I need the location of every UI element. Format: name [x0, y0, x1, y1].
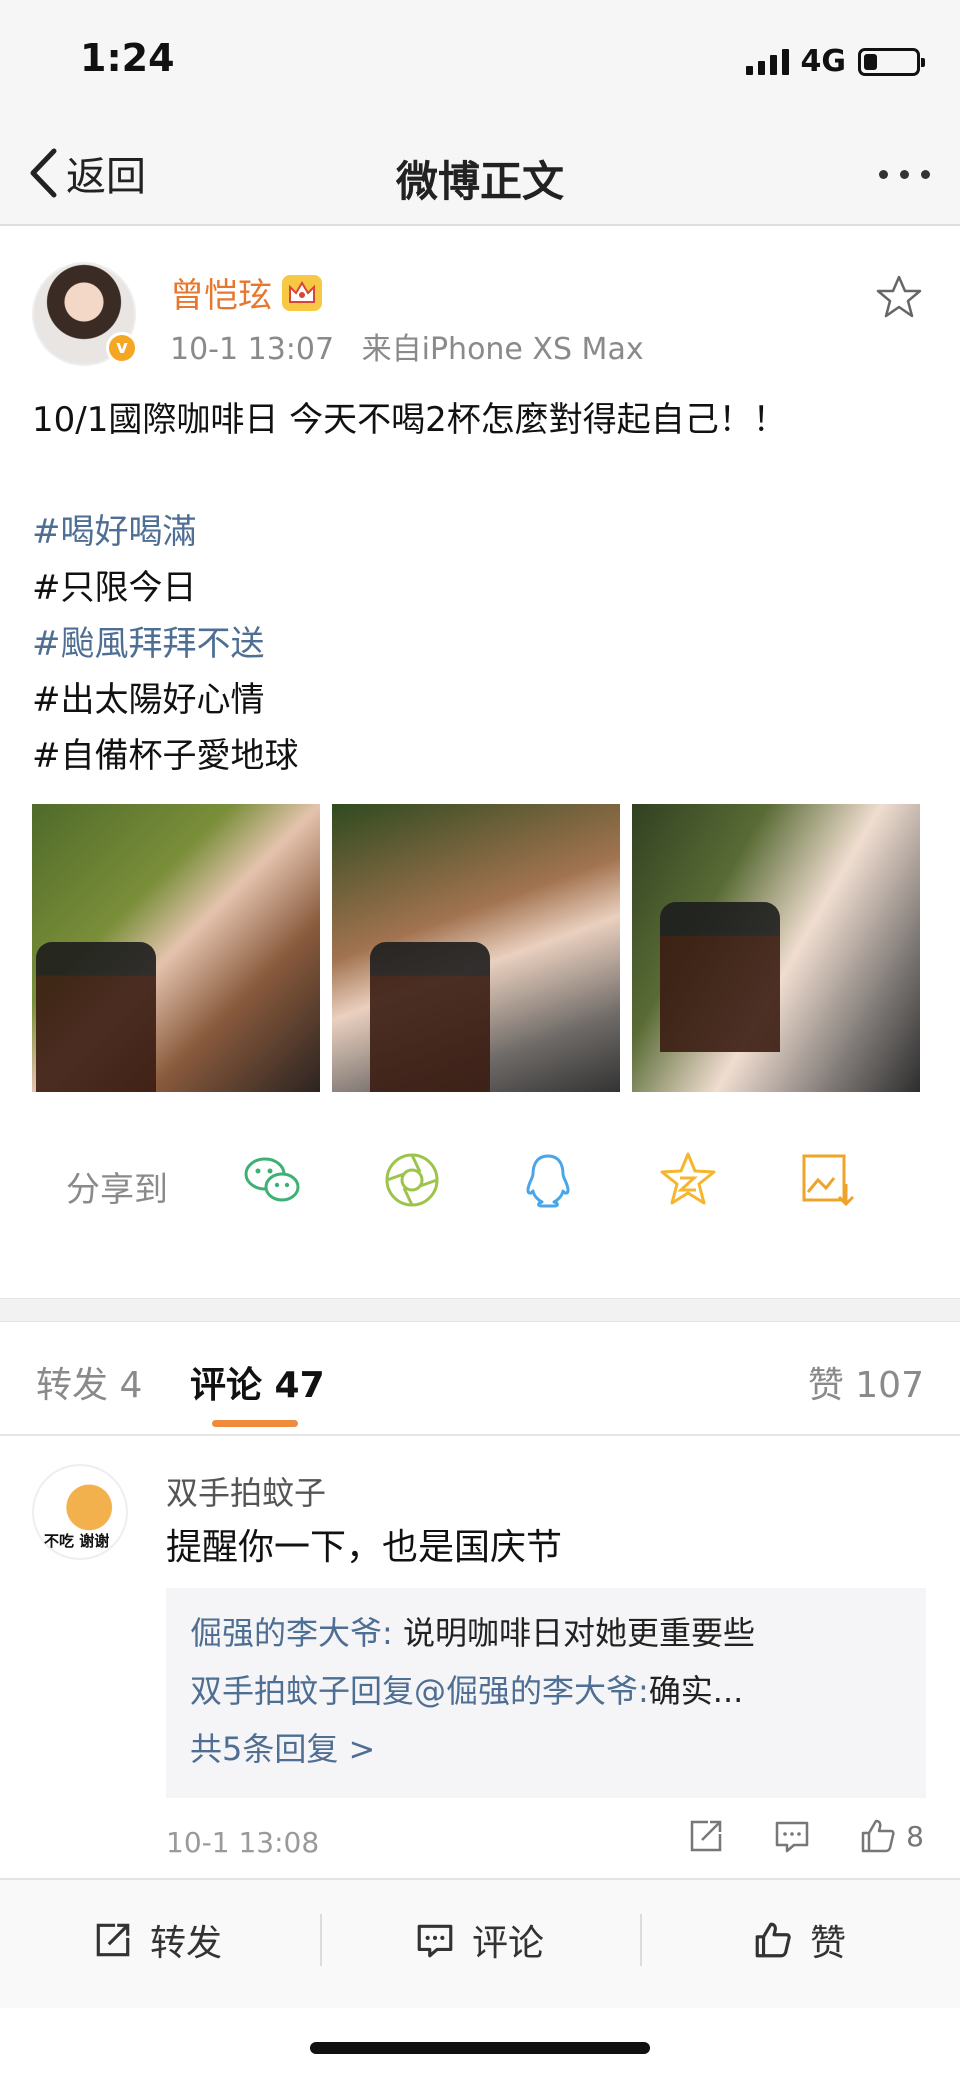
- share-label: 分享到: [66, 1170, 168, 1210]
- hashtag-text: #出太陽好心情: [32, 680, 265, 720]
- hashtag-text: #只限今日: [32, 568, 197, 608]
- comment-icon[interactable]: [772, 1816, 812, 1856]
- network-type: 4G: [800, 44, 847, 79]
- cup-illustration: [660, 902, 780, 1052]
- repost-icon: [96, 1923, 130, 1957]
- toolbar-divider: [640, 1914, 642, 1966]
- comment-like-button[interactable]: 8: [858, 1816, 924, 1856]
- comment-label: 评论: [472, 1923, 545, 1964]
- commenter-name[interactable]: 双手拍蚊子: [166, 1468, 326, 1514]
- hashtag-link[interactable]: #颱風拜拜不送: [32, 616, 932, 672]
- post-source: 来自iPhone XS Max: [361, 332, 644, 367]
- reply-user[interactable]: 双手拍蚊子回复@倔强的李大爷:: [190, 1672, 649, 1710]
- crown-icon: [282, 274, 322, 311]
- hashtag-link[interactable]: #喝好喝滿: [32, 504, 932, 560]
- comment-text: 提醒你一下，也是国庆节: [166, 1527, 563, 1568]
- reply-text: 说明咖啡日对她更重要些: [392, 1614, 755, 1652]
- post-text: 10/1國際咖啡日 今天不喝2杯怎麼對得起自己！！: [32, 400, 787, 440]
- post-time: 10-1 13:07: [170, 332, 335, 367]
- author-row: 曾恺玹: [170, 268, 322, 317]
- interaction-tabs: 转发 4 评论 47 赞 107: [0, 1322, 960, 1436]
- reply-item: 双手拍蚊子回复@倔强的李大爷:确实...: [190, 1662, 902, 1720]
- wechat-icon[interactable]: [240, 1148, 304, 1212]
- dot-icon: [921, 170, 930, 179]
- battery-icon: [858, 47, 925, 76]
- section-divider: [0, 1298, 960, 1322]
- commenter-avatar-caption: 不吃 谢谢: [44, 1532, 110, 1550]
- active-tab-indicator: [212, 1420, 298, 1427]
- home-indicator: [310, 2042, 650, 2054]
- qzone-icon[interactable]: [656, 1148, 720, 1212]
- hashtag-text: #自備杯子愛地球: [32, 736, 299, 776]
- share-icon[interactable]: [686, 1816, 726, 1856]
- comment-icon: [417, 1924, 453, 1958]
- post-body: 10/1國際咖啡日 今天不喝2杯怎麼對得起自己！！ #喝好喝滿 #只限今日 #颱…: [32, 392, 932, 784]
- bottom-toolbar: 转发 评论 赞: [0, 1878, 960, 2008]
- reply-text: 确实...: [648, 1672, 744, 1710]
- verified-badge-icon: v: [106, 332, 138, 364]
- battery-level: [864, 53, 877, 70]
- more-options-button[interactable]: [879, 160, 930, 189]
- dot-icon: [879, 170, 888, 179]
- cup-illustration: [36, 942, 156, 1092]
- share-row: 分享到: [0, 1136, 960, 1226]
- save-image-icon[interactable]: [796, 1148, 860, 1212]
- author-avatar-wrap[interactable]: v: [32, 262, 138, 366]
- nav-bar: 返回 微博正文: [0, 120, 960, 226]
- qq-icon[interactable]: [516, 1148, 580, 1212]
- status-indicators: 4G: [745, 44, 925, 79]
- comment-actions: 8: [686, 1816, 924, 1856]
- toolbar-divider: [320, 1914, 322, 1966]
- like-count: 8: [906, 1819, 924, 1853]
- comment-time: 10-1 13:08: [166, 1826, 320, 1859]
- like-label: 赞: [810, 1923, 847, 1964]
- line-break: [32, 448, 932, 504]
- reply-user[interactable]: 倔强的李大爷:: [190, 1614, 393, 1652]
- post-photo[interactable]: [632, 804, 920, 1092]
- repost-label: 转发: [150, 1923, 223, 1964]
- page-title: 微博正文: [395, 157, 564, 206]
- reply-box[interactable]: 倔强的李大爷: 说明咖啡日对她更重要些 双手拍蚊子回复@倔强的李大爷:确实...…: [166, 1588, 926, 1798]
- reply-item: 倔强的李大爷: 说明咖啡日对她更重要些: [190, 1604, 902, 1662]
- post-photo[interactable]: [32, 804, 320, 1092]
- repost-button[interactable]: 转发: [92, 1910, 222, 1970]
- favorite-star-icon[interactable]: [874, 272, 924, 322]
- post-photo[interactable]: [332, 804, 620, 1092]
- comment-button[interactable]: 评论: [414, 1910, 544, 1970]
- tab-repost[interactable]: 转发 4: [36, 1356, 142, 1408]
- photo-grid: [32, 804, 920, 1092]
- moments-icon[interactable]: [380, 1148, 444, 1212]
- post-meta: 10-1 13:07 来自iPhone XS Max: [170, 324, 644, 368]
- thumbs-up-icon: [861, 1819, 895, 1853]
- author-name[interactable]: 曾恺玹: [170, 268, 272, 317]
- tab-like[interactable]: 赞 107: [808, 1356, 924, 1408]
- like-button[interactable]: 赞: [752, 1910, 846, 1970]
- cup-illustration: [370, 942, 490, 1092]
- signal-icon: [745, 48, 789, 75]
- tab-comment[interactable]: 评论 47: [190, 1356, 325, 1408]
- comment-item: 不吃 谢谢 双手拍蚊子 提醒你一下，也是国庆节 倔强的李大爷: 说明咖啡日对她更…: [0, 1438, 960, 1878]
- more-replies-link[interactable]: 共5条回复 >: [190, 1720, 902, 1778]
- status-time: 1:24: [80, 36, 175, 80]
- dot-icon: [900, 170, 909, 179]
- thumbs-up-icon: [755, 1922, 791, 1958]
- status-bar: 1:24 4G: [0, 0, 960, 120]
